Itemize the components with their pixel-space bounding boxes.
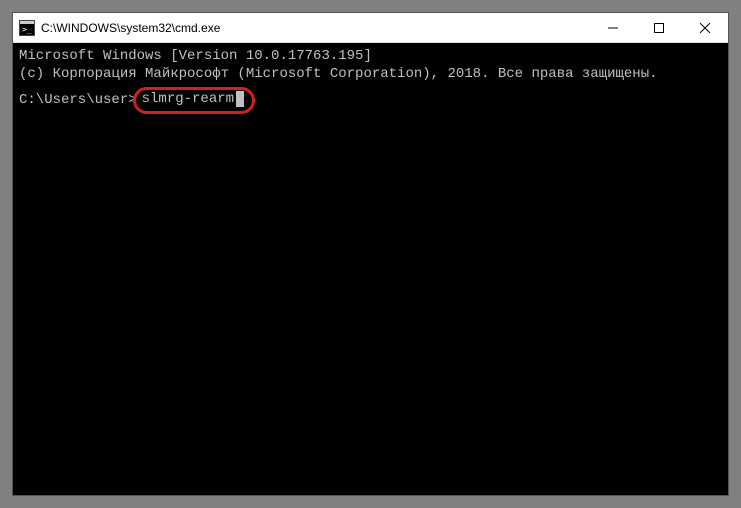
titlebar[interactable]: >_ C:\WINDOWS\system32\cmd.exe bbox=[13, 13, 728, 43]
window-controls bbox=[590, 13, 728, 42]
cmd-icon: >_ bbox=[19, 20, 35, 36]
prompt-path: C:\Users\user> bbox=[19, 91, 137, 109]
svg-text:>_: >_ bbox=[22, 25, 32, 34]
prompt-line: C:\Users\user> slmrg-rearm bbox=[19, 87, 722, 113]
typed-command: slmrg-rearm bbox=[142, 91, 234, 107]
minimize-button[interactable] bbox=[590, 13, 636, 42]
command-highlight: slmrg-rearm bbox=[133, 87, 255, 113]
window-title: C:\WINDOWS\system32\cmd.exe bbox=[41, 21, 590, 35]
copyright-line: (c) Корпорация Майкрософт (Microsoft Cor… bbox=[19, 65, 722, 83]
terminal-body[interactable]: Microsoft Windows [Version 10.0.17763.19… bbox=[13, 43, 728, 495]
version-line: Microsoft Windows [Version 10.0.17763.19… bbox=[19, 47, 722, 65]
close-button[interactable] bbox=[682, 13, 728, 42]
cmd-window: >_ C:\WINDOWS\system32\cmd.exe Microsoft… bbox=[12, 12, 729, 496]
maximize-button[interactable] bbox=[636, 13, 682, 42]
cursor-icon bbox=[236, 91, 244, 107]
